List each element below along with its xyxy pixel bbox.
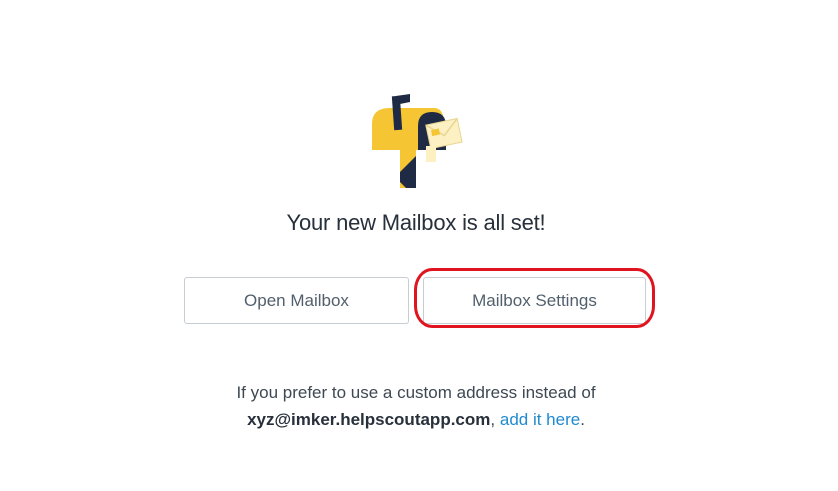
mailbox-created-page: Your new Mailbox is all set! Open Mailbo… <box>0 0 838 491</box>
add-custom-address-link[interactable]: add it here <box>500 410 580 429</box>
note-period: . <box>580 410 585 429</box>
mailbox-settings-button[interactable]: Mailbox Settings <box>423 277 646 324</box>
mailbox-illustration-icon <box>368 94 468 190</box>
page-title: Your new Mailbox is all set! <box>286 210 546 235</box>
mailbox-email-address: xyz@imker.helpscoutapp.com <box>247 410 491 429</box>
open-mailbox-button[interactable]: Open Mailbox <box>184 277 409 324</box>
note-line-1: If you prefer to use a custom address in… <box>236 383 596 402</box>
note-comma: , <box>490 410 496 429</box>
note-line-2: xyz@imker.helpscoutapp.com, add it here. <box>0 406 832 433</box>
custom-address-note: If you prefer to use a custom address in… <box>0 379 832 433</box>
